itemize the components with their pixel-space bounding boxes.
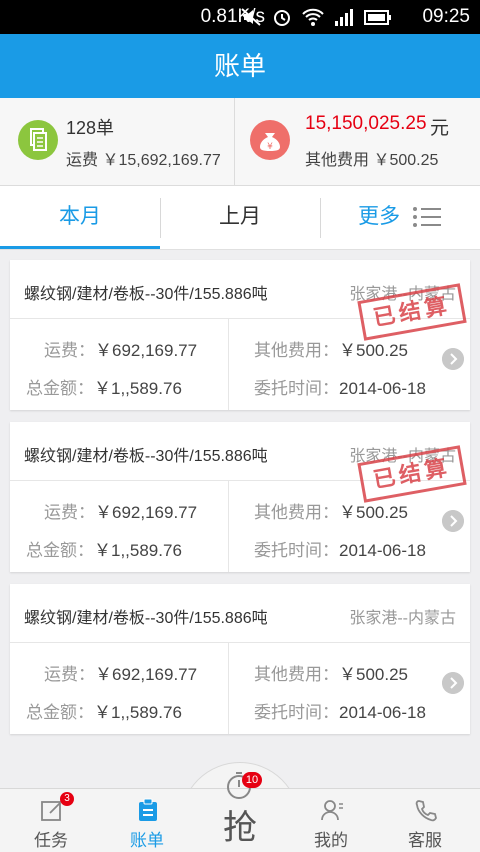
other-fee: 其他费用：￥500.25	[254, 503, 408, 522]
tasks-badge: 3	[60, 792, 74, 806]
user-icon	[321, 800, 343, 821]
commission-date: 委托时间：2014-06-18	[254, 379, 426, 398]
freight: 运费：￥692,169.77	[44, 503, 198, 522]
freight-label: 运费	[66, 152, 99, 169]
other-label: 其他费用	[305, 152, 370, 169]
signal-icon	[335, 9, 353, 26]
freight: 运费：￥692,169.77	[44, 665, 198, 684]
period-tabs: 本月 上月 更多	[0, 186, 480, 250]
bill-summary: 128单 运费 ￥15,692,169.77 ¥ 15,150,025.25 元…	[0, 98, 480, 186]
nav-bills-label: 账单	[130, 831, 164, 850]
total-amount: 总金额：￥1,,589.76	[26, 379, 182, 398]
nav-mine[interactable]: 我的	[286, 788, 376, 852]
list-menu-icon	[412, 207, 441, 228]
status-bar: 0.81K/s 09:25	[0, 0, 480, 34]
nav-mine-label: 我的	[314, 831, 348, 850]
tab-more[interactable]: 更多	[320, 186, 480, 250]
nav-grab-label: 抢	[223, 809, 257, 847]
freight-value: ￥15,692,169.77	[102, 152, 221, 169]
freight-summary: 运费 ￥15,692,169.77	[66, 146, 221, 170]
nav-tasks[interactable]: 3 任务	[6, 788, 96, 852]
svg-text:¥: ¥	[267, 142, 273, 152]
commission-date: 委托时间：2014-06-18	[254, 703, 426, 722]
battery-icon	[364, 10, 391, 25]
clipboard-icon	[139, 798, 157, 821]
other-value: ￥500.25	[373, 152, 439, 169]
mute-icon	[241, 8, 261, 26]
phone-icon	[415, 800, 437, 822]
nav-service-label: 客服	[408, 831, 442, 850]
order-count: 128单	[66, 118, 115, 138]
chevron-right-icon[interactable]	[442, 672, 464, 694]
other-fee: 其他费用：￥500.25	[254, 665, 408, 684]
bill-card[interactable]: 螺纹钢/建材/卷板--30件/155.886吨 张家港--内蒙古 运费：￥692…	[10, 422, 470, 572]
page-title: 账单	[0, 34, 480, 98]
orders-icon	[18, 120, 58, 160]
chevron-right-icon[interactable]	[442, 510, 464, 532]
chevron-right-icon[interactable]	[442, 348, 464, 370]
commission-date: 委托时间：2014-06-18	[254, 541, 426, 560]
tab-more-label: 更多	[358, 205, 401, 228]
cargo-title: 螺纹钢/建材/卷板--30件/155.886吨	[24, 610, 268, 627]
money-bag-icon: ¥	[250, 120, 290, 160]
nav-service[interactable]: 客服	[380, 788, 470, 852]
other-summary: 其他费用 ￥500.25	[305, 146, 438, 170]
total-amount: 总金额：￥1,,589.76	[26, 541, 182, 560]
cargo-title: 螺纹钢/建材/卷板--30件/155.886吨	[24, 286, 268, 303]
total-unit: 元	[430, 118, 450, 139]
nav-bills[interactable]: 账单	[102, 788, 192, 852]
nav-tasks-label: 任务	[34, 831, 68, 850]
other-fee: 其他费用：￥500.25	[254, 341, 408, 360]
wifi-icon	[302, 8, 324, 26]
tab-last-month[interactable]: 上月	[160, 186, 320, 250]
total-amount: 总金额：￥1,,589.76	[26, 703, 182, 722]
bill-card[interactable]: 螺纹钢/建材/卷板--30件/155.886吨 张家港--内蒙古 运费：￥692…	[10, 260, 470, 410]
alarm-icon	[274, 10, 290, 26]
route: 张家港--内蒙古	[349, 610, 456, 627]
grab-badge: 10	[242, 772, 262, 788]
bill-card[interactable]: 螺纹钢/建材/卷板--30件/155.886吨 张家港--内蒙古 运费：￥692…	[10, 584, 470, 734]
tab-this-month[interactable]: 本月	[0, 186, 160, 250]
freight: 运费：￥692,169.77	[44, 341, 198, 360]
nav-grab[interactable]: 10 抢	[200, 770, 280, 852]
clock: 09:25	[422, 6, 470, 27]
cargo-title: 螺纹钢/建材/卷板--30件/155.886吨	[24, 448, 268, 465]
total-amount: 15,150,025.25	[305, 113, 427, 134]
